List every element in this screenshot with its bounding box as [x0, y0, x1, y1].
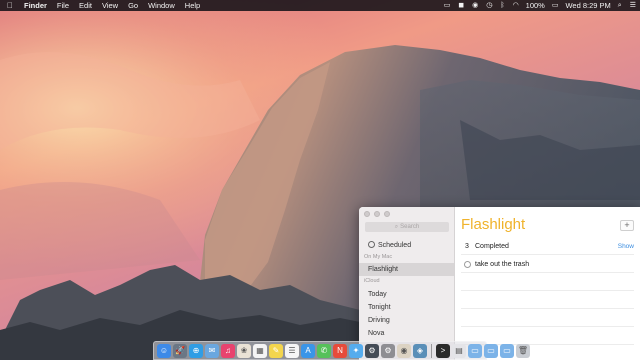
- twitter-icon[interactable]: ✦: [349, 343, 363, 358]
- calendar-icon[interactable]: ▦: [253, 343, 267, 358]
- divider: [461, 308, 634, 309]
- folder-icon[interactable]: ▭: [500, 343, 514, 358]
- minimize-button[interactable]: [374, 211, 380, 217]
- menu-view[interactable]: View: [97, 0, 123, 11]
- menu-file[interactable]: File: [52, 0, 74, 11]
- completed-label: Completed: [475, 243, 509, 250]
- battery-percentage[interactable]: 100%: [523, 0, 548, 11]
- menu-window[interactable]: Window: [143, 0, 180, 11]
- chrome-icon[interactable]: ◉: [397, 343, 411, 358]
- search-field[interactable]: ⌕ Search: [365, 222, 449, 232]
- divider: [461, 272, 634, 273]
- menu-edit[interactable]: Edit: [74, 0, 97, 11]
- task-title[interactable]: take out the trash: [475, 258, 529, 271]
- search-placeholder: Search: [400, 224, 420, 230]
- task-checkbox[interactable]: [464, 261, 471, 268]
- finder-icon[interactable]: ☺: [157, 343, 171, 358]
- sidebar-item-scheduled[interactable]: Scheduled: [359, 239, 454, 252]
- system-preferences-icon[interactable]: ⚙: [381, 343, 395, 358]
- notes-icon[interactable]: ✎: [269, 343, 283, 358]
- divider: [461, 254, 634, 255]
- bluetooth-icon[interactable]: ᛒ: [496, 0, 508, 11]
- zoom-button[interactable]: [384, 211, 390, 217]
- completed-row: 3 Completed Show: [455, 240, 640, 253]
- dock: ☺ 🚀 ⊕ ✉ ♫ ❀ ▦ ✎ ☰ A ✆ N ✦ ⚙ ⚙ ◉ ◈ > ▤ ▭ ▭ ▭ 🗑: [153, 341, 530, 360]
- terminal-icon[interactable]: >: [436, 343, 450, 358]
- menu-bar:  Finder File Edit View Go Window Help ▭…: [0, 0, 640, 11]
- launchpad-icon[interactable]: 🚀: [173, 343, 187, 358]
- window-controls: [364, 211, 390, 217]
- menu-finder[interactable]: Finder: [20, 0, 52, 11]
- app-store-icon[interactable]: A: [301, 343, 315, 358]
- reminders-list-pane: Flashlight + 3 Completed Show take out t…: [455, 207, 640, 360]
- sidebar-header-icloud: iCloud: [364, 278, 380, 284]
- clock-icon: [368, 241, 375, 248]
- sidebar-item-nova[interactable]: Nova: [359, 327, 454, 340]
- add-reminder-button[interactable]: +: [620, 220, 634, 231]
- sidebar-item-tonight[interactable]: Tonight: [359, 301, 454, 314]
- reminders-window: ⌕ Search Scheduled On My Mac Flashlight i…: [359, 207, 640, 360]
- battery-icon[interactable]: ▭: [548, 0, 563, 11]
- notification-center-icon[interactable]: ☰: [626, 0, 640, 11]
- completed-count: 3: [465, 243, 469, 250]
- mail-icon[interactable]: ✉: [205, 343, 219, 358]
- sidebar-item-label: Scheduled: [378, 242, 412, 249]
- sidebar-item-driving[interactable]: Driving: [359, 314, 454, 327]
- spotlight-search-icon[interactable]: ⌕: [614, 0, 626, 11]
- wifi-icon[interactable]: ◠: [509, 0, 523, 11]
- divider: [461, 290, 634, 291]
- list-title: Flashlight: [461, 216, 526, 233]
- search-icon: ⌕: [394, 224, 399, 230]
- close-button[interactable]: [364, 211, 370, 217]
- divider: [461, 326, 634, 327]
- news-icon[interactable]: N: [333, 343, 347, 358]
- folder-icon[interactable]: ▭: [468, 343, 482, 358]
- downloads-folder-icon[interactable]: ▭: [484, 343, 498, 358]
- circle-icon[interactable]: ◉: [468, 0, 482, 11]
- dock-separator: [431, 343, 432, 358]
- clock-icon[interactable]: ◷: [482, 0, 496, 11]
- safari-icon[interactable]: ⊕: [189, 343, 203, 358]
- airplay-icon[interactable]: ▭: [440, 0, 455, 11]
- app-icon[interactable]: ⚙: [365, 343, 379, 358]
- trash-icon[interactable]: 🗑: [516, 343, 530, 358]
- sidebar-header-on-my-mac: On My Mac: [364, 254, 393, 260]
- preview-icon[interactable]: ◈: [413, 343, 427, 358]
- photos-icon[interactable]: ❀: [237, 343, 251, 358]
- menu-clock[interactable]: Wed 8:29 PM: [562, 0, 613, 11]
- reminders-sidebar: ⌕ Search Scheduled On My Mac Flashlight i…: [359, 207, 455, 360]
- sidebar-item-flashlight[interactable]: Flashlight: [359, 263, 454, 276]
- messages-icon[interactable]: ✆: [317, 343, 331, 358]
- sidebar-item-today[interactable]: Today: [359, 288, 454, 301]
- reminders-icon[interactable]: ☰: [285, 343, 299, 358]
- document-icon[interactable]: ▤: [452, 343, 466, 358]
- apple-logo-icon[interactable]: : [0, 0, 20, 11]
- record-icon[interactable]: ◼: [454, 0, 468, 11]
- show-completed-link[interactable]: Show: [618, 240, 634, 253]
- list-item[interactable]: take out the trash: [455, 258, 640, 271]
- menu-help[interactable]: Help: [180, 0, 205, 11]
- menu-go[interactable]: Go: [123, 0, 143, 11]
- itunes-icon[interactable]: ♫: [221, 343, 235, 358]
